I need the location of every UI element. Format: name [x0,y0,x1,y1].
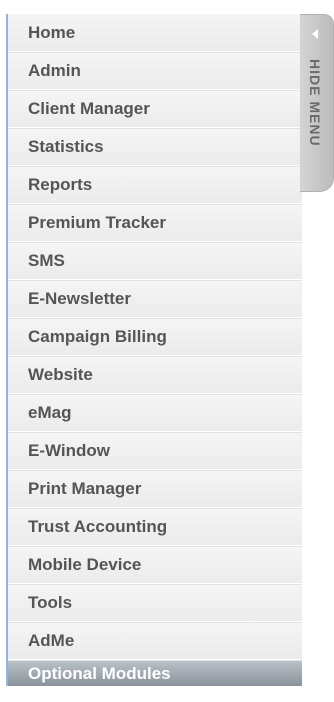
menu-item-label: Website [28,365,93,384]
arrow-left-icon [312,29,318,39]
menu-item-client-manager[interactable]: Client Manager [8,90,302,128]
menu-item-sms[interactable]: SMS [8,242,302,280]
menu-item-e-window[interactable]: E-Window [8,432,302,470]
menu-item-campaign-billing[interactable]: Campaign Billing [8,318,302,356]
hide-menu-label: HIDE MENU [307,59,323,147]
menu-item-label: Optional Modules [28,663,171,683]
menu-item-reports[interactable]: Reports [8,166,302,204]
menu-item-premium-tracker[interactable]: Premium Tracker [8,204,302,242]
menu-item-adme[interactable]: AdMe [8,622,302,660]
menu-item-label: Client Manager [28,99,150,118]
menu-item-tools[interactable]: Tools [8,584,302,622]
menu-item-label: Trust Accounting [28,517,168,536]
menu-item-admin[interactable]: Admin [8,52,302,90]
menu-item-label: Admin [28,61,81,80]
menu-item-trust-accounting[interactable]: Trust Accounting [8,508,302,546]
hide-menu-tab[interactable]: HIDE MENU [300,14,334,192]
menu-item-optional-modules[interactable]: Optional Modules [8,660,302,686]
menu-item-label: AdMe [28,631,75,650]
menu-item-statistics[interactable]: Statistics [8,128,302,166]
side-menu: Home Admin Client Manager Statistics Rep… [6,14,302,686]
menu-item-e-newsletter[interactable]: E-Newsletter [8,280,302,318]
menu-item-label: Premium Tracker [28,213,166,232]
menu-item-label: Print Manager [28,479,142,498]
menu-item-label: Statistics [28,137,104,156]
menu-item-label: Home [28,22,76,42]
menu-item-label: Tools [28,593,73,612]
menu-item-home[interactable]: Home [8,14,302,52]
menu-item-label: SMS [28,251,65,270]
menu-item-label: Mobile Device [28,555,142,574]
menu-item-label: eMag [28,403,72,422]
menu-item-website[interactable]: Website [8,356,302,394]
menu-item-label: Campaign Billing [28,327,167,346]
menu-item-label: E-Window [28,441,110,460]
menu-item-print-manager[interactable]: Print Manager [8,470,302,508]
menu-item-emag[interactable]: eMag [8,394,302,432]
menu-item-mobile-device[interactable]: Mobile Device [8,546,302,584]
menu-item-label: E-Newsletter [28,289,131,308]
menu-item-label: Reports [28,175,93,194]
